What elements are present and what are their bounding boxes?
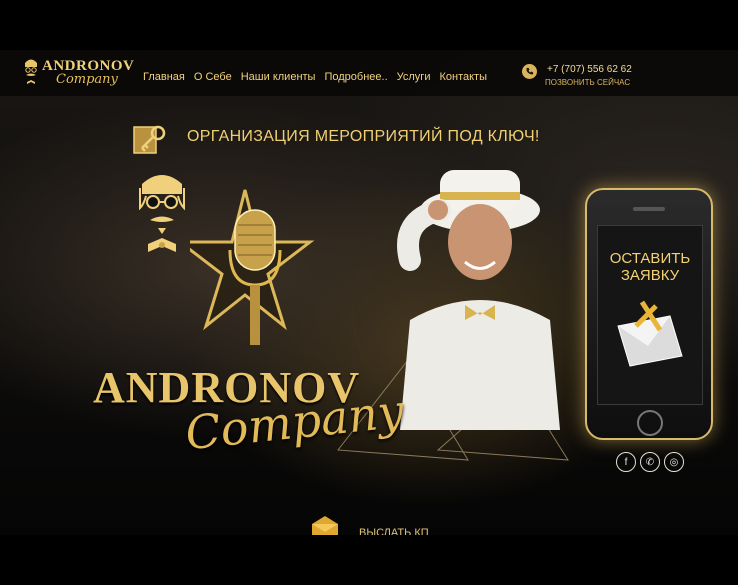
home-button: [637, 410, 663, 436]
request-cta-phone[interactable]: ОСТАВИТЬ ЗАЯВКУ: [585, 188, 713, 440]
nav-services[interactable]: Услуги: [397, 71, 431, 83]
phone-screen: ОСТАВИТЬ ЗАЯВКУ: [597, 225, 703, 405]
hero-tagline: ОРГАНИЗАЦИЯ МЕРОПРИЯТИЙ ПОД КЛЮЧ!: [187, 128, 540, 145]
nav-more[interactable]: Подробнее..: [324, 71, 387, 83]
cta-text: ОСТАВИТЬ ЗАЯВКУ: [598, 250, 702, 284]
whatsapp-icon[interactable]: ✆: [640, 452, 660, 472]
envelope-icon: [617, 300, 683, 367]
instagram-icon[interactable]: ◎: [664, 452, 684, 472]
phone-speaker: [633, 207, 665, 211]
call-now-link[interactable]: ПОЗВОНИТЬ СЕЙЧАС: [545, 78, 630, 87]
cta-line-2: ЗАЯВКУ: [620, 267, 680, 284]
cta-line-1: ОСТАВИТЬ: [609, 250, 691, 267]
mustache-face-icon: [139, 175, 185, 252]
facebook-icon[interactable]: f: [616, 452, 636, 472]
logo[interactable]: ANDRONOV Company: [22, 54, 134, 92]
logo-script: Company: [56, 72, 118, 87]
social-links: f ✆ ◎: [616, 452, 684, 472]
send-proposal-link[interactable]: ВЫСЛАТЬ КП: [359, 527, 429, 535]
nav-home[interactable]: Главная: [143, 71, 185, 83]
nav-clients[interactable]: Наши клиенты: [241, 71, 316, 83]
mustache-face-icon: [25, 59, 37, 84]
microphone-star-graphic: [190, 189, 315, 345]
phone-number[interactable]: +7 (707) 556 62 62: [547, 64, 632, 75]
nav-contacts[interactable]: Контакты: [439, 71, 487, 83]
envelope-icon[interactable]: [310, 516, 340, 535]
page-frame: ANDRONOV Company Главная О Себе Наши кли…: [0, 50, 738, 535]
nav-about[interactable]: О Себе: [194, 71, 232, 83]
site-header: ANDRONOV Company Главная О Себе Наши кли…: [0, 50, 738, 96]
key-lock-icon: [133, 125, 166, 154]
main-nav: Главная О Себе Наши клиенты Подробнее.. …: [143, 71, 487, 83]
phone-icon[interactable]: [522, 64, 537, 79]
